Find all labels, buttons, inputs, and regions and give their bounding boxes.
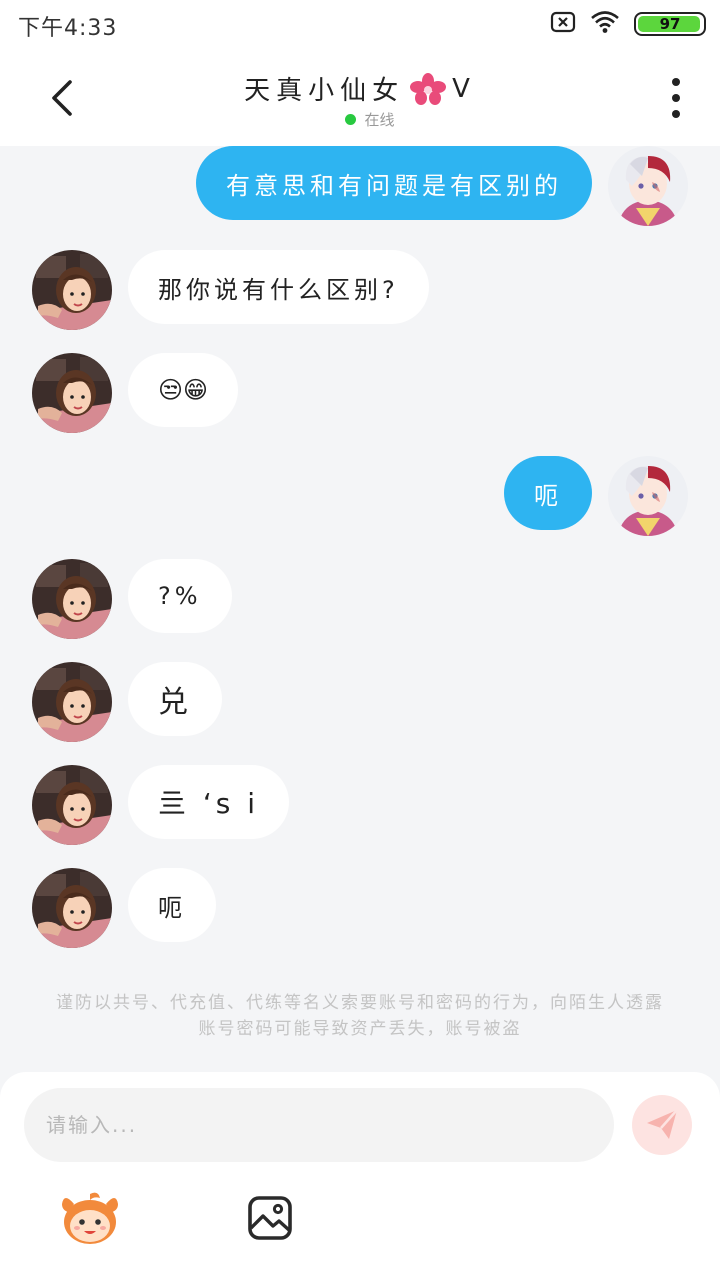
message-bubble[interactable]: ?%	[128, 559, 232, 633]
more-icon-dot	[672, 110, 680, 118]
message-row: 😒😁	[0, 353, 720, 433]
online-dot	[345, 114, 357, 125]
female-cartoon-avatar-icon	[32, 765, 112, 845]
message-list[interactable]: 有意思和有问题是有区别的 那你说有什么区别? 😒😁 呃 ?% 兑 亖 ‘s i …	[0, 146, 720, 1006]
avatar[interactable]	[32, 559, 112, 639]
battery-text: 97	[659, 15, 681, 33]
male-anime-avatar-icon	[608, 146, 688, 226]
title-block: 天真小仙女 V 在线	[0, 70, 720, 130]
image-button[interactable]	[246, 1194, 294, 1242]
message-bubble[interactable]: 亖 ‘s i	[128, 765, 290, 839]
female-cartoon-avatar-icon	[32, 250, 112, 330]
avatar[interactable]	[32, 353, 112, 433]
sakura-icon	[410, 72, 447, 105]
security-notice: 谨防以共号、代充值、代练等名义索要账号和密码的行为，向陌生人透露账号密码可能导致…	[56, 993, 664, 1039]
send-button[interactable]	[632, 1095, 692, 1155]
send-icon	[647, 1109, 678, 1139]
online-status-text: 在线	[364, 111, 395, 129]
wifi-icon	[590, 10, 620, 38]
status-bar: 下午4:33 97	[0, 0, 720, 48]
avatar[interactable]	[32, 765, 112, 845]
female-cartoon-avatar-icon	[32, 559, 112, 639]
image-icon	[248, 1196, 292, 1240]
message-bubble[interactable]: 有意思和有问题是有区别的	[196, 146, 592, 220]
female-cartoon-avatar-icon	[32, 868, 112, 948]
message-input[interactable]	[24, 1088, 614, 1162]
emoji-mascot-icon	[62, 1192, 118, 1244]
message-bubble[interactable]: 😒😁	[128, 353, 239, 427]
avatar[interactable]	[32, 868, 112, 948]
more-options-button[interactable]	[664, 78, 688, 118]
message-row: ?%	[0, 559, 720, 639]
message-bubble[interactable]: 呃	[504, 456, 592, 530]
message-bubble[interactable]: 呃	[128, 868, 216, 942]
message-row: 兑	[0, 662, 720, 742]
female-cartoon-avatar-icon	[32, 662, 112, 742]
online-status: 在线	[0, 109, 720, 130]
status-time: 下午4:33	[18, 16, 118, 41]
avatar[interactable]	[608, 456, 688, 536]
battery-indicator: 97	[634, 12, 706, 36]
message-bubble[interactable]: 兑	[128, 662, 222, 736]
chat-title-text: 天真小仙女	[244, 76, 405, 106]
more-icon-dot	[672, 94, 680, 102]
message-row: 那你说有什么区别?	[0, 250, 720, 330]
more-icon-dot	[672, 78, 680, 86]
female-cartoon-avatar-icon	[32, 353, 112, 433]
male-anime-avatar-icon	[608, 456, 688, 536]
status-icons: 97	[550, 10, 706, 38]
message-row: 有意思和有问题是有区别的	[0, 146, 720, 226]
emoji-button[interactable]	[60, 1190, 120, 1246]
message-row: 呃	[0, 868, 720, 948]
message-row: 呃	[0, 456, 720, 536]
avatar[interactable]	[32, 662, 112, 742]
input-bar	[0, 1072, 720, 1280]
chat-header: 天真小仙女 V 在线	[0, 48, 720, 146]
message-row: 亖 ‘s i	[0, 765, 720, 845]
message-bubble[interactable]: 那你说有什么区别?	[128, 250, 429, 324]
chat-title: 天真小仙女 V	[244, 70, 476, 107]
avatar[interactable]	[32, 250, 112, 330]
sim-off-icon	[550, 11, 576, 37]
avatar[interactable]	[608, 146, 688, 226]
verified-mark: V	[452, 73, 476, 104]
